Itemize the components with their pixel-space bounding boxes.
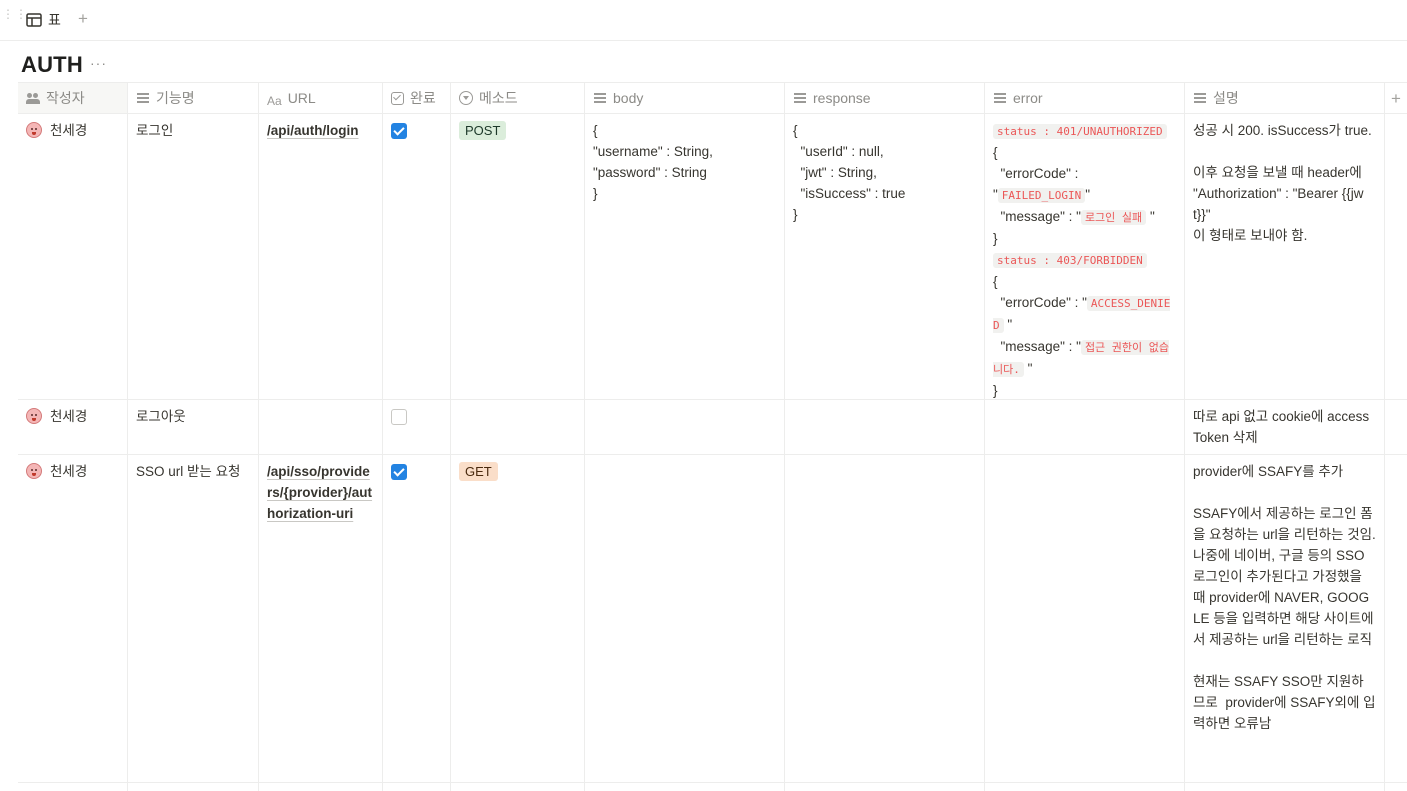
column-header-response[interactable]: response	[785, 83, 985, 113]
cell-url[interactable]: /api/sso/providers/{provider}/authorizat…	[259, 455, 383, 782]
error-message: 로그인 실패	[1080, 210, 1147, 225]
add-property-button[interactable]: +	[1385, 83, 1407, 113]
database-more-button[interactable]: ···	[90, 55, 107, 71]
column-header-description[interactable]: 설명	[1185, 83, 1385, 113]
avatar	[26, 463, 42, 479]
text-property-icon	[793, 91, 807, 105]
cell-response[interactable]	[785, 455, 985, 782]
view-toolbar: ⋮⋮ 표 +	[0, 0, 1407, 41]
method-tag: POST	[459, 121, 507, 140]
cell-feature[interactable]: SSO url 받는 요청	[128, 455, 259, 782]
cell-empty	[1385, 455, 1407, 782]
cell-description[interactable]: provider에 SSAFY를 추가 SSAFY에서 제공하는 로그인 폼을 …	[1185, 455, 1385, 782]
text-property-icon	[593, 91, 607, 105]
cell-feature[interactable]: 로그아웃	[128, 400, 259, 454]
column-header-feature[interactable]: 기능명	[128, 83, 259, 113]
table-row	[18, 783, 1407, 791]
table-row: 천세경 로그아웃 따로 api 없고 cookie에 accessToken 삭…	[18, 400, 1407, 455]
person-property-icon	[26, 91, 40, 105]
database-table: 작성자 기능명 Aa URL 완료 메소드 body response error…	[18, 82, 1407, 791]
cell-done	[383, 114, 451, 399]
cell-body[interactable]	[585, 400, 785, 454]
cell-empty	[1385, 114, 1407, 399]
cell-description[interactable]: 성공 시 200. isSuccess가 true. 이후 요청을 보낼 때 h…	[1185, 114, 1385, 399]
table-row: 천세경 로그인 /api/auth/login POST { "username…	[18, 114, 1407, 400]
error-code: FAILED_LOGIN	[997, 188, 1086, 203]
url-link[interactable]: /api/sso/providers/{provider}/authorizat…	[267, 464, 372, 521]
database-title[interactable]: AUTH	[21, 52, 83, 78]
cell-response[interactable]	[785, 400, 985, 454]
done-checkbox[interactable]	[391, 464, 407, 480]
status-code: status : 403/FORBIDDEN	[993, 253, 1147, 268]
cell-error[interactable]	[985, 400, 1185, 454]
title-property-icon: Aa	[267, 94, 282, 108]
done-checkbox[interactable]	[391, 123, 407, 139]
cell-method[interactable]: GET	[451, 455, 585, 782]
view-tab-label: 표	[48, 12, 61, 28]
column-header-body[interactable]: body	[585, 83, 785, 113]
cell-error[interactable]: status : 401/UNAUTHORIZED { "errorCode" …	[985, 114, 1185, 399]
method-tag: GET	[459, 462, 498, 481]
table-icon	[26, 13, 42, 27]
avatar	[26, 408, 42, 424]
avatar	[26, 122, 42, 138]
cell-method[interactable]: POST	[451, 114, 585, 399]
cell-done	[383, 400, 451, 454]
column-header-method[interactable]: 메소드	[451, 83, 585, 113]
cell-body[interactable]: { "username" : String, "password" : Stri…	[585, 114, 785, 399]
cell-author[interactable]: 천세경	[18, 455, 128, 782]
cell-author[interactable]: 천세경	[18, 400, 128, 454]
cell-url[interactable]: /api/auth/login	[259, 114, 383, 399]
cell-empty	[1385, 400, 1407, 454]
table-header: 작성자 기능명 Aa URL 완료 메소드 body response error…	[18, 82, 1407, 114]
text-property-icon	[993, 91, 1007, 105]
cell-response[interactable]: { "userId" : null, "jwt" : String, "isSu…	[785, 114, 985, 399]
cell-author[interactable]: 천세경	[18, 114, 128, 399]
cell-method[interactable]	[451, 400, 585, 454]
text-property-icon	[136, 91, 150, 105]
add-view-button[interactable]: +	[78, 9, 88, 29]
cell-description[interactable]: 따로 api 없고 cookie에 accessToken 삭제	[1185, 400, 1385, 454]
checkbox-property-icon	[391, 91, 404, 105]
column-header-author[interactable]: 작성자	[18, 83, 128, 113]
cell-error[interactable]	[985, 455, 1185, 782]
cell-body[interactable]	[585, 455, 785, 782]
url-link[interactable]: /api/auth/login	[267, 123, 359, 138]
cell-url[interactable]	[259, 400, 383, 454]
view-tab-table[interactable]: 표	[26, 10, 61, 30]
select-property-icon	[459, 91, 473, 105]
done-checkbox[interactable]	[391, 409, 407, 425]
cell-feature[interactable]: 로그인	[128, 114, 259, 399]
table-row: 천세경 SSO url 받는 요청 /api/sso/providers/{pr…	[18, 455, 1407, 783]
text-property-icon	[1193, 91, 1207, 105]
column-header-url[interactable]: Aa URL	[259, 83, 383, 113]
drag-handle-icon[interactable]: ⋮⋮	[2, 8, 27, 29]
cell-done	[383, 455, 451, 782]
status-code: status : 401/UNAUTHORIZED	[993, 124, 1167, 139]
column-header-done[interactable]: 완료	[383, 83, 451, 113]
column-header-error[interactable]: error	[985, 83, 1185, 113]
